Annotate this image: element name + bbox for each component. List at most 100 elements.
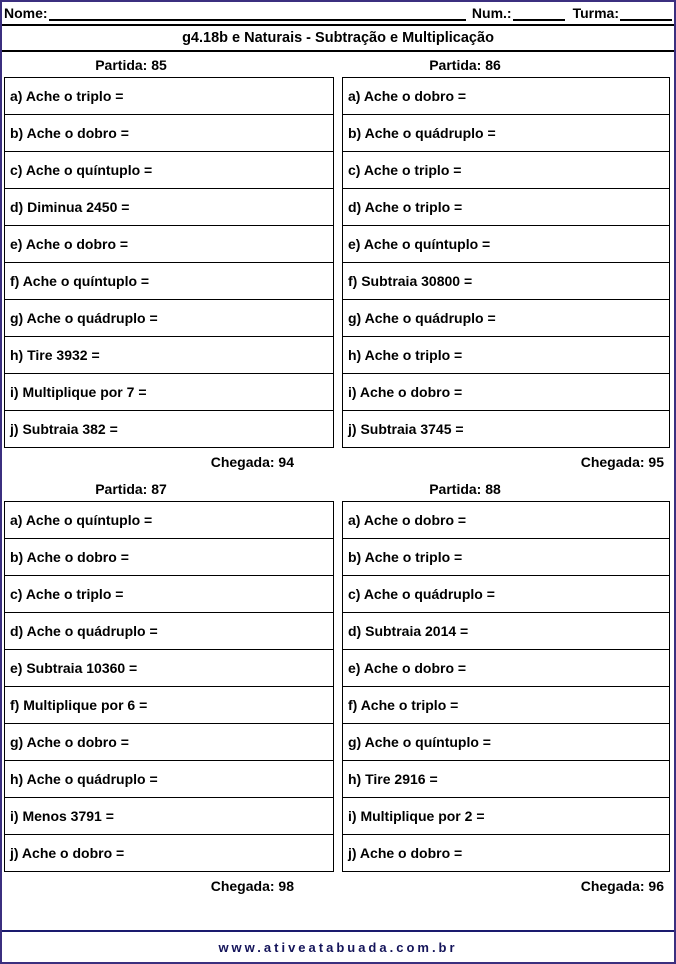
question-item[interactable]: b) Ache o quádruplo = bbox=[342, 114, 670, 152]
question-item[interactable]: j) Subtraia 3745 = bbox=[342, 410, 670, 448]
worksheet-page: Nome: Num.: Turma: g4.18b e Naturais - S… bbox=[0, 0, 676, 964]
table-row[interactable]: h) Tire 3932 = bbox=[4, 336, 334, 374]
chegada-label-1: Chegada: bbox=[210, 454, 275, 470]
name-input[interactable] bbox=[48, 6, 466, 21]
question-item[interactable]: j) Subtraia 382 = bbox=[4, 410, 334, 448]
question-item[interactable]: a) Ache o dobro = bbox=[342, 77, 670, 115]
partida-header-1: Partida: 85 bbox=[2, 52, 338, 77]
chegada-label-3: Chegada: bbox=[210, 878, 275, 894]
table-row[interactable]: a) Ache o quíntuplo = bbox=[4, 501, 334, 539]
table-row[interactable]: e) Ache o dobro = bbox=[342, 649, 670, 687]
table-row[interactable]: e) Ache o quíntuplo = bbox=[342, 225, 670, 263]
table-row[interactable]: i) Multiplique por 7 = bbox=[4, 373, 334, 411]
table-row[interactable]: c) Ache o quádruplo = bbox=[342, 575, 670, 613]
question-item[interactable]: g) Ache o quádruplo = bbox=[342, 299, 670, 337]
table-row[interactable]: a) Ache o triplo = bbox=[4, 77, 334, 115]
exercise-block-2: Partida: 86 a) Ache o dobro = b) Ache o … bbox=[338, 52, 674, 476]
question-item[interactable]: a) Ache o quíntuplo = bbox=[4, 501, 334, 539]
table-row[interactable]: i) Multiplique por 2 = bbox=[342, 797, 670, 835]
question-item[interactable]: i) Menos 3791 = bbox=[4, 797, 334, 835]
table-row[interactable]: c) Ache o quíntuplo = bbox=[4, 151, 334, 189]
table-row[interactable]: h) Tire 2916 = bbox=[342, 760, 670, 798]
table-row[interactable]: d) Ache o triplo = bbox=[342, 188, 670, 226]
question-item[interactable]: e) Ache o dobro = bbox=[4, 225, 334, 263]
question-item[interactable]: h) Tire 3932 = bbox=[4, 336, 334, 374]
question-table-3: a) Ache o quíntuplo = b) Ache o dobro = … bbox=[4, 501, 334, 872]
table-row[interactable]: g) Ache o quádruplo = bbox=[342, 299, 670, 337]
question-item[interactable]: f) Ache o triplo = bbox=[342, 686, 670, 724]
question-item[interactable]: i) Ache o dobro = bbox=[342, 373, 670, 411]
table-row[interactable]: c) Ache o triplo = bbox=[342, 151, 670, 189]
question-item[interactable]: g) Ache o quíntuplo = bbox=[342, 723, 670, 761]
table-row[interactable]: g) Ache o quádruplo = bbox=[4, 299, 334, 337]
question-item[interactable]: b) Ache o triplo = bbox=[342, 538, 670, 576]
question-item[interactable]: i) Multiplique por 2 = bbox=[342, 797, 670, 835]
question-item[interactable]: h) Tire 2916 = bbox=[342, 760, 670, 798]
table-row[interactable]: h) Ache o quádruplo = bbox=[4, 760, 334, 798]
question-item[interactable]: c) Ache o quádruplo = bbox=[342, 575, 670, 613]
question-item[interactable]: j) Ache o dobro = bbox=[342, 834, 670, 872]
num-input[interactable] bbox=[512, 6, 565, 21]
question-item[interactable]: b) Ache o dobro = bbox=[4, 538, 334, 576]
table-row[interactable]: g) Ache o dobro = bbox=[4, 723, 334, 761]
table-row[interactable]: b) Ache o quádruplo = bbox=[342, 114, 670, 152]
table-row[interactable]: d) Subtraia 2014 = bbox=[342, 612, 670, 650]
table-row[interactable]: i) Ache o dobro = bbox=[342, 373, 670, 411]
table-row[interactable]: j) Ache o dobro = bbox=[4, 834, 334, 872]
table-row[interactable]: b) Ache o dobro = bbox=[4, 538, 334, 576]
question-item[interactable]: e) Ache o quíntuplo = bbox=[342, 225, 670, 263]
chegada-footer-4: Chegada: 96 bbox=[338, 872, 674, 900]
question-item[interactable]: f) Subtraia 30800 = bbox=[342, 262, 670, 300]
table-row[interactable]: f) Ache o quíntuplo = bbox=[4, 262, 334, 300]
question-item[interactable]: e) Ache o dobro = bbox=[342, 649, 670, 687]
question-item[interactable]: h) Ache o triplo = bbox=[342, 336, 670, 374]
table-row[interactable]: h) Ache o triplo = bbox=[342, 336, 670, 374]
question-item[interactable]: i) Multiplique por 7 = bbox=[4, 373, 334, 411]
partida-header-4: Partida: 88 bbox=[338, 476, 674, 501]
table-row[interactable]: c) Ache o triplo = bbox=[4, 575, 334, 613]
question-item[interactable]: c) Ache o triplo = bbox=[4, 575, 334, 613]
table-row[interactable]: f) Ache o triplo = bbox=[342, 686, 670, 724]
question-item[interactable]: e) Subtraia 10360 = bbox=[4, 649, 334, 687]
table-row[interactable]: i) Menos 3791 = bbox=[4, 797, 334, 835]
question-item[interactable]: b) Ache o dobro = bbox=[4, 114, 334, 152]
table-row[interactable]: d) Diminua 2450 = bbox=[4, 188, 334, 226]
exercise-block-4: Partida: 88 a) Ache o dobro = b) Ache o … bbox=[338, 476, 674, 900]
turma-input[interactable] bbox=[620, 6, 672, 21]
question-item[interactable]: j) Ache o dobro = bbox=[4, 834, 334, 872]
table-row[interactable]: d) Ache o quádruplo = bbox=[4, 612, 334, 650]
chegada-label-2: Chegada: bbox=[580, 454, 645, 470]
question-item[interactable]: d) Ache o quádruplo = bbox=[4, 612, 334, 650]
site-url[interactable]: www.ativeatabuada.com.br bbox=[218, 940, 457, 955]
question-item[interactable]: g) Ache o dobro = bbox=[4, 723, 334, 761]
question-item[interactable]: g) Ache o quádruplo = bbox=[4, 299, 334, 337]
question-item[interactable]: h) Ache o quádruplo = bbox=[4, 760, 334, 798]
table-row[interactable]: g) Ache o quíntuplo = bbox=[342, 723, 670, 761]
chegada-value-2: 95 bbox=[648, 454, 664, 470]
partida-label-4: Partida: bbox=[429, 480, 482, 497]
table-row[interactable]: e) Subtraia 10360 = bbox=[4, 649, 334, 687]
partida-header-3: Partida: 87 bbox=[2, 476, 338, 501]
table-row[interactable]: j) Ache o dobro = bbox=[342, 834, 670, 872]
table-row[interactable]: j) Subtraia 3745 = bbox=[342, 410, 670, 448]
table-row[interactable]: a) Ache o dobro = bbox=[342, 77, 670, 115]
chegada-value-1: 94 bbox=[278, 454, 294, 470]
question-item[interactable]: d) Diminua 2450 = bbox=[4, 188, 334, 226]
question-table-1: a) Ache o triplo = b) Ache o dobro = c) … bbox=[4, 77, 334, 448]
question-item[interactable]: d) Subtraia 2014 = bbox=[342, 612, 670, 650]
question-item[interactable]: c) Ache o triplo = bbox=[342, 151, 670, 189]
question-item[interactable]: f) Ache o quíntuplo = bbox=[4, 262, 334, 300]
table-row[interactable]: j) Subtraia 382 = bbox=[4, 410, 334, 448]
question-item[interactable]: a) Ache o dobro = bbox=[342, 501, 670, 539]
table-row[interactable]: b) Ache o triplo = bbox=[342, 538, 670, 576]
question-item[interactable]: f) Multiplique por 6 = bbox=[4, 686, 334, 724]
question-item[interactable]: c) Ache o quíntuplo = bbox=[4, 151, 334, 189]
table-row[interactable]: e) Ache o dobro = bbox=[4, 225, 334, 263]
question-item[interactable]: a) Ache o triplo = bbox=[4, 77, 334, 115]
table-row[interactable]: b) Ache o dobro = bbox=[4, 114, 334, 152]
table-row[interactable]: a) Ache o dobro = bbox=[342, 501, 670, 539]
question-item[interactable]: d) Ache o triplo = bbox=[342, 188, 670, 226]
table-row[interactable]: f) Subtraia 30800 = bbox=[342, 262, 670, 300]
table-row[interactable]: f) Multiplique por 6 = bbox=[4, 686, 334, 724]
name-label: Nome: bbox=[4, 5, 48, 21]
